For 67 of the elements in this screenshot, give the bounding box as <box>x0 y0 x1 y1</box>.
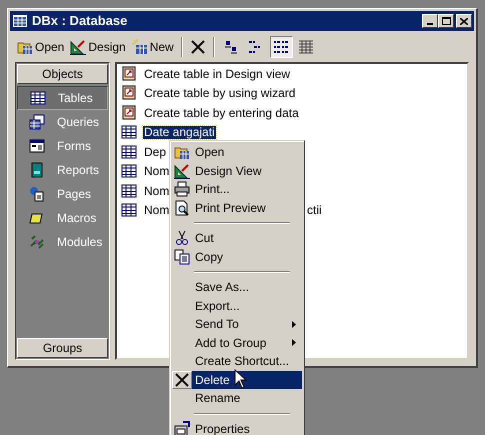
menu-item[interactable]: Design View <box>192 162 302 180</box>
large-icons-icon <box>223 38 240 54</box>
details-view-icon <box>298 38 314 54</box>
object-type-item[interactable]: Modules <box>17 230 108 254</box>
menu-item[interactable]: Delete <box>192 370 302 389</box>
shortcut-icon <box>121 66 137 82</box>
menu-item[interactable]: Print... <box>192 180 302 198</box>
object-type-item[interactable]: Macros <box>17 206 108 230</box>
table-icon <box>30 90 46 106</box>
delete-icon <box>174 372 190 388</box>
shortcut-icon <box>121 85 137 102</box>
list-item[interactable]: Nom <box>143 201 170 220</box>
menu-item[interactable]: Export... <box>192 296 302 315</box>
list-item[interactable]: Dep <box>143 142 168 161</box>
list-item[interactable]: Create table by entering data <box>143 104 300 122</box>
objects-button[interactable]: Objects <box>17 64 108 84</box>
table-icon <box>121 124 137 140</box>
minimize-button[interactable] <box>422 14 438 28</box>
menu-item[interactable]: Print Preview <box>192 198 302 217</box>
design-button[interactable]: Design <box>68 36 128 58</box>
new-table-icon <box>132 38 148 54</box>
shortcut-icon <box>121 104 137 121</box>
object-type-item[interactable]: Tables <box>17 86 108 110</box>
menu-item[interactable]: Copy <box>192 248 302 266</box>
close-icon <box>460 18 468 24</box>
list-item[interactable]: Nom <box>143 162 170 180</box>
menu-item[interactable]: Cut <box>192 229 302 248</box>
maximize-button[interactable] <box>438 14 454 28</box>
object-type-item[interactable]: Forms <box>17 134 108 158</box>
list-item-text: ctii <box>307 202 322 220</box>
module-icon <box>29 234 45 250</box>
menu-item[interactable]: Create Shortcut... <box>192 352 302 370</box>
table-icon <box>121 144 137 160</box>
table-icon <box>121 182 137 199</box>
object-type-item[interactable]: Pages <box>17 182 108 206</box>
table-icon <box>121 202 137 218</box>
list-item[interactable]: Date angajati <box>143 126 216 139</box>
close-button[interactable] <box>456 14 472 28</box>
mouse-cursor-icon <box>234 369 247 389</box>
list-item[interactable]: Nom <box>143 182 170 200</box>
menu-item[interactable]: Rename <box>192 389 302 408</box>
query-icon <box>29 114 45 130</box>
menu-item[interactable]: Open <box>192 143 302 162</box>
window-title: DBx : Database <box>32 12 128 30</box>
form-icon <box>29 138 45 154</box>
list-view-icon <box>273 38 290 54</box>
groups-button[interactable]: Groups <box>17 338 108 358</box>
report-icon <box>29 162 45 178</box>
database-icon <box>12 14 28 28</box>
list-item[interactable]: Create table in Design view <box>143 64 292 83</box>
menu-item[interactable]: Send To <box>192 315 302 334</box>
view-button[interactable] <box>270 36 293 58</box>
menu-item[interactable]: Add to Group <box>192 334 302 352</box>
new-button[interactable]: New <box>130 36 176 58</box>
menu-item[interactable]: Save As... <box>192 278 302 296</box>
delete-icon <box>190 38 206 54</box>
list-item[interactable]: Create table by using wizard <box>143 84 296 102</box>
copy-icon <box>174 248 190 265</box>
object-type-item[interactable]: Reports <box>17 158 108 182</box>
magnifier-page-icon <box>174 200 190 216</box>
open-button[interactable]: Open <box>15 36 66 58</box>
object-type-item[interactable]: Queries <box>17 110 108 134</box>
table-icon <box>121 163 137 180</box>
scissors-icon <box>174 230 190 246</box>
menu-item[interactable]: Properties <box>192 420 302 435</box>
page-icon <box>29 186 45 202</box>
printer-icon <box>174 181 190 198</box>
